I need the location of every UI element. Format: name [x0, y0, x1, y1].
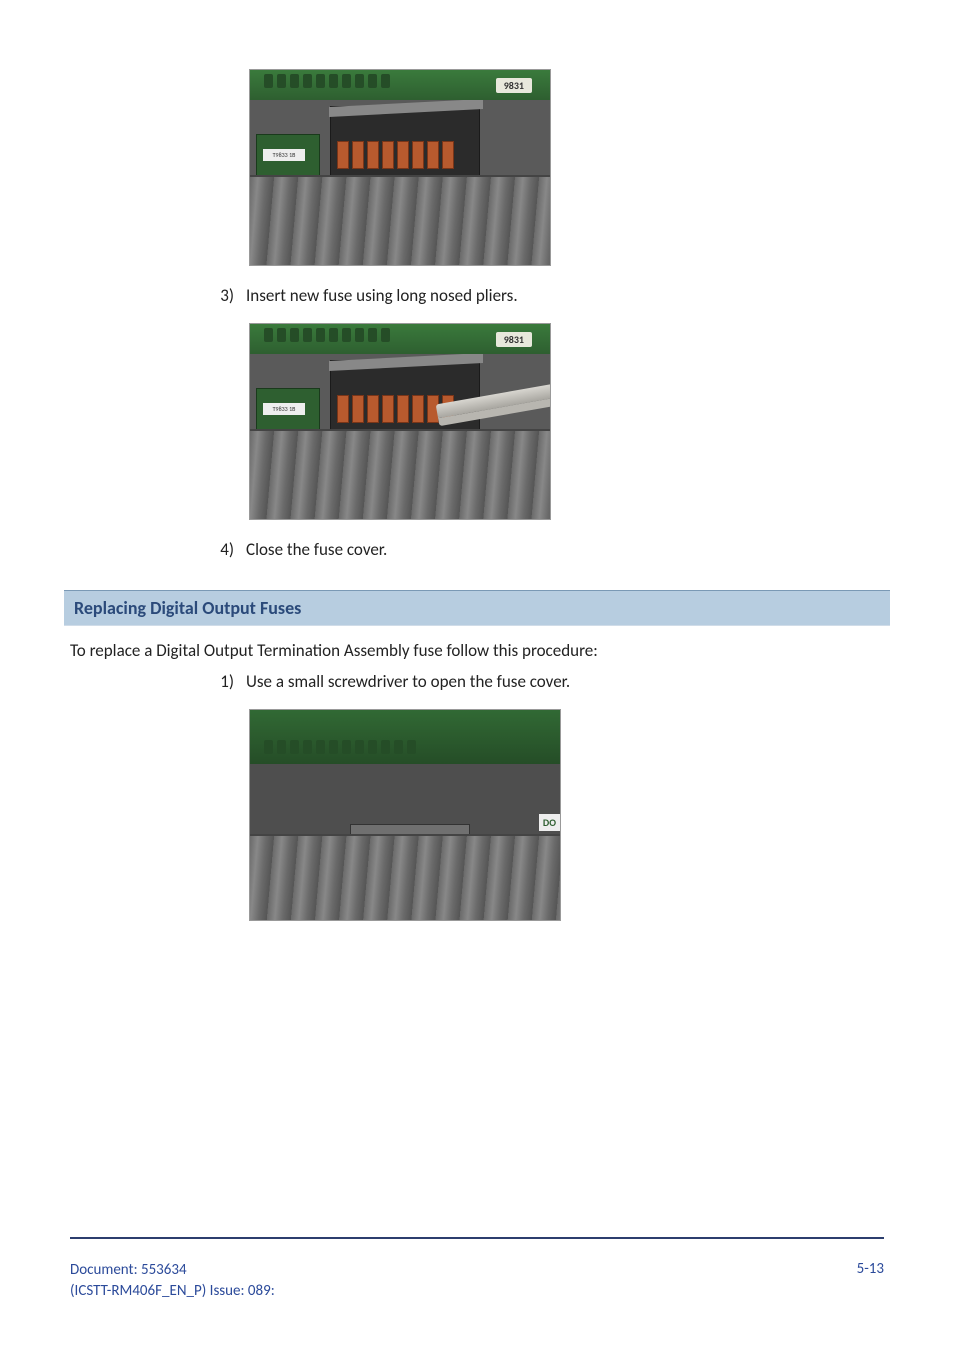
- terminal-block: [264, 740, 416, 754]
- terminal-block: [264, 328, 390, 342]
- step-number: 1): [210, 671, 234, 692]
- board-model-label: 9831: [496, 78, 532, 93]
- part-number-text: T9833 1B: [263, 149, 305, 161]
- part-number-text: T9833 1B: [263, 403, 305, 415]
- figure-fuse-cover-open: 9831 T9833 1B: [250, 70, 550, 265]
- fuse-lid: [329, 100, 483, 117]
- board-model-label: 9831: [496, 332, 532, 347]
- step-1: 1) Use a small screwdriver to open the f…: [210, 671, 884, 692]
- step-3: 3) Insert new fuse using long nosed plie…: [210, 285, 884, 306]
- section-heading-replacing-do-fuses: Replacing Digital Output Fuses: [64, 590, 890, 626]
- fuse-holder-open: [330, 106, 480, 176]
- figure-insert-fuse-pliers: 9831 T9833 1B: [250, 324, 550, 519]
- step-number: 4): [210, 539, 234, 560]
- step-4: 4) Close the fuse cover.: [210, 539, 884, 560]
- footer-issue: (ICSTT-RM406F_EN_P) Issue: 089:: [70, 1281, 275, 1303]
- footer-page-number: 5-13: [857, 1260, 884, 1304]
- pcb-top-edge: 9831: [250, 70, 550, 100]
- figure-do-termination-assembly: T9833 1B TERMINAL IDENTITY 9833 DO: [250, 710, 560, 920]
- do-tag: DO: [539, 814, 560, 831]
- board-body: T9833 1B: [250, 100, 550, 265]
- step-number: 3): [210, 285, 234, 306]
- terminal-block: [264, 74, 390, 88]
- fuse-lid: [329, 354, 483, 371]
- pcb-top-edge: 9831: [250, 324, 550, 354]
- part-number-label: T9833 1B: [256, 388, 320, 434]
- ribbed-cables: [250, 429, 550, 519]
- page-footer: Document: 553634 (ICSTT-RM406F_EN_P) Iss…: [70, 1260, 884, 1304]
- ribbed-cables: [250, 175, 550, 265]
- footer-rule: [70, 1237, 884, 1239]
- pcb-top-edge: [250, 710, 560, 764]
- part-number-label: T9833 1B: [256, 134, 320, 180]
- step-text: Insert new fuse using long nosed pliers.: [246, 285, 884, 306]
- board-body: T9833 1B: [250, 354, 550, 519]
- fuse-holder-open: [330, 360, 480, 430]
- ribbed-cables: [250, 834, 560, 920]
- step-text: Use a small screwdriver to open the fuse…: [246, 671, 884, 692]
- board-body: T9833 1B TERMINAL IDENTITY 9833 DO: [250, 764, 560, 920]
- step-text: Close the fuse cover.: [246, 539, 884, 560]
- section-intro-text: To replace a Digital Output Termination …: [70, 640, 884, 661]
- footer-document-number: Document: 553634: [70, 1260, 275, 1282]
